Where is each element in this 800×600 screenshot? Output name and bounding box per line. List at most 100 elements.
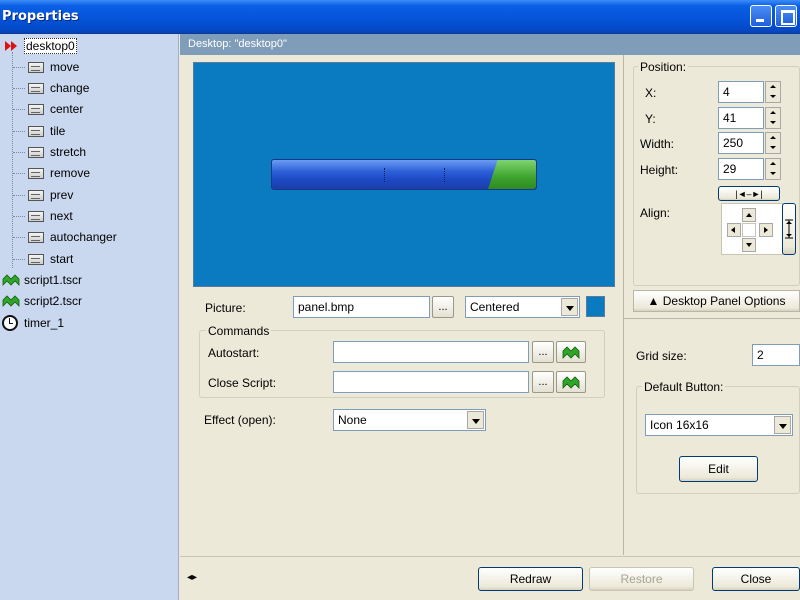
default-button-select[interactable]: Icon 16x16 bbox=[645, 414, 793, 436]
tree-item-timer1[interactable]: timer_1 bbox=[2, 314, 64, 332]
tree-item-center[interactable]: center bbox=[28, 100, 83, 118]
panel-icon bbox=[28, 146, 44, 158]
picture-input[interactable]: panel.bmp bbox=[293, 296, 430, 318]
options-divider bbox=[623, 318, 800, 319]
tree-item-stretch[interactable]: stretch bbox=[28, 143, 86, 161]
tree-item-prev[interactable]: prev bbox=[28, 186, 73, 204]
tree-item-next[interactable]: next bbox=[28, 207, 73, 225]
align-up-button[interactable] bbox=[742, 208, 756, 222]
properties-header-title: Desktop: "desktop0" bbox=[188, 38, 287, 50]
edit-button[interactable]: Edit bbox=[679, 456, 758, 482]
maximize-button[interactable] bbox=[775, 5, 797, 27]
panel-icon bbox=[28, 210, 44, 222]
tree-item-label: desktop0 bbox=[24, 38, 77, 54]
desktop-preview[interactable] bbox=[193, 62, 615, 287]
align-right-button[interactable] bbox=[759, 223, 773, 237]
effect-open-select[interactable]: None bbox=[333, 409, 486, 431]
desktop-panel-options-button[interactable]: ▲ Desktop Panel Options bbox=[633, 290, 800, 312]
tree-item-tile[interactable]: tile bbox=[28, 122, 65, 140]
default-button-group-title: Default Button: bbox=[642, 380, 726, 394]
y-input[interactable]: 41 bbox=[718, 107, 764, 129]
tree-item-script2[interactable]: script2.tscr bbox=[2, 292, 82, 310]
tree-item-desktop0[interactable]: desktop0 bbox=[4, 37, 77, 55]
tree-item-script1[interactable]: script1.tscr bbox=[2, 271, 82, 289]
height-label: Height: bbox=[640, 163, 679, 177]
tree-item-remove[interactable]: remove bbox=[28, 164, 90, 182]
script-icon bbox=[562, 346, 580, 359]
stopwatch-icon bbox=[2, 315, 18, 331]
x-input[interactable]: 4 bbox=[718, 81, 764, 103]
tree-item-label: timer_1 bbox=[24, 316, 65, 330]
tree-item-label: change bbox=[50, 81, 90, 95]
panel-icon bbox=[28, 61, 44, 73]
autostart-label: Autostart: bbox=[208, 346, 260, 360]
close-script-browse-button[interactable]: ... bbox=[532, 371, 554, 393]
align-center-button[interactable] bbox=[742, 223, 756, 237]
picture-mode-value: Centered bbox=[470, 300, 520, 314]
panel-preview[interactable] bbox=[271, 159, 537, 190]
height-spinner[interactable] bbox=[765, 158, 781, 180]
effect-open-label: Effect (open): bbox=[204, 413, 276, 427]
align-pad bbox=[721, 203, 783, 255]
panel-icon bbox=[28, 231, 44, 243]
tree-item-label: tile bbox=[50, 124, 66, 138]
tree-item-start[interactable]: start bbox=[28, 250, 73, 268]
chevron-down-icon bbox=[561, 298, 578, 316]
autostart-script-button[interactable] bbox=[556, 341, 586, 363]
title-bar[interactable]: Properties bbox=[0, 0, 800, 34]
x-spinner[interactable] bbox=[765, 81, 781, 103]
panel-icon bbox=[28, 125, 44, 137]
tree-item-label: stretch bbox=[50, 145, 87, 159]
panel-icon bbox=[28, 253, 44, 265]
align-label: Align: bbox=[640, 206, 671, 220]
autostart-browse-button[interactable]: ... bbox=[532, 341, 554, 363]
chevron-down-icon bbox=[467, 411, 484, 429]
script-icon bbox=[2, 295, 20, 307]
properties-header: Desktop: "desktop0" bbox=[180, 34, 800, 55]
tree-item-move[interactable]: move bbox=[28, 58, 79, 76]
effect-open-value: None bbox=[338, 413, 367, 427]
tree-item-label: prev bbox=[50, 188, 74, 202]
default-button-value: Icon 16x16 bbox=[650, 418, 709, 432]
red-arrow-icon bbox=[5, 41, 17, 51]
width-spinner[interactable] bbox=[765, 132, 781, 154]
align-down-button[interactable] bbox=[742, 238, 756, 252]
align-left-button[interactable] bbox=[727, 223, 741, 237]
y-spinner[interactable] bbox=[765, 107, 781, 129]
tree-item-label: remove bbox=[50, 166, 91, 180]
resize-handle-icon[interactable]: ◂▸ bbox=[187, 572, 197, 583]
background-color-swatch[interactable] bbox=[586, 296, 605, 317]
close-script-button[interactable] bbox=[556, 371, 586, 393]
picture-label: Picture: bbox=[205, 301, 246, 315]
tree-item-change[interactable]: change bbox=[28, 79, 89, 97]
tree-item-label: next bbox=[50, 209, 73, 223]
y-label: Y: bbox=[645, 112, 656, 126]
panel-start-button bbox=[488, 160, 536, 189]
fit-width-button[interactable]: |◄–►| bbox=[718, 186, 780, 201]
tree-item-label: script2.tscr bbox=[24, 294, 83, 308]
tree-item-autochanger[interactable]: autochanger bbox=[28, 228, 117, 246]
panel-icon bbox=[28, 82, 44, 94]
object-tree[interactable]: desktop0 move change center tile stretch… bbox=[0, 34, 179, 600]
tree-item-label: start bbox=[50, 252, 74, 266]
width-label: Width: bbox=[640, 137, 675, 151]
tree-item-label: script1.tscr bbox=[24, 273, 83, 287]
script-icon bbox=[562, 376, 580, 389]
close-button[interactable]: Close bbox=[712, 567, 800, 591]
redraw-button[interactable]: Redraw bbox=[478, 567, 583, 591]
close-script-input[interactable] bbox=[333, 371, 529, 393]
panel-icon bbox=[28, 103, 44, 115]
right-column-divider bbox=[623, 55, 624, 555]
picture-browse-button[interactable]: ... bbox=[432, 296, 454, 318]
fit-height-button[interactable] bbox=[782, 203, 796, 255]
panel-grip bbox=[444, 168, 447, 182]
width-input[interactable]: 250 bbox=[718, 132, 764, 154]
height-input[interactable]: 29 bbox=[718, 158, 764, 180]
tree-item-label: center bbox=[50, 102, 84, 116]
panel-grip bbox=[384, 168, 387, 182]
minimize-button[interactable] bbox=[750, 5, 772, 27]
grid-size-input[interactable]: 2 bbox=[752, 344, 800, 366]
picture-mode-select[interactable]: Centered bbox=[465, 296, 580, 318]
autostart-input[interactable] bbox=[333, 341, 529, 363]
restore-button[interactable]: Restore bbox=[589, 567, 694, 591]
